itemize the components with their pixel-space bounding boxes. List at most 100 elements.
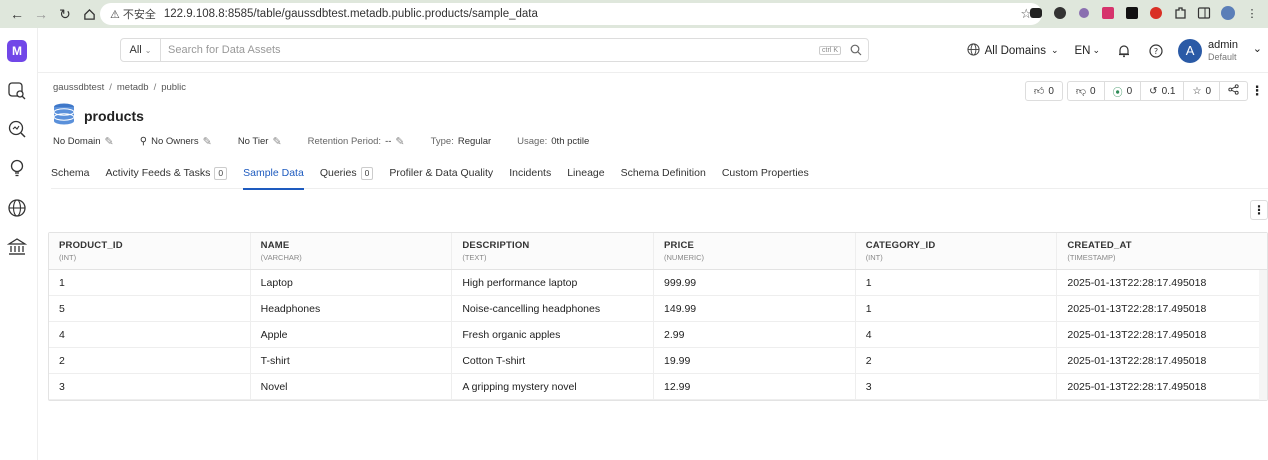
domain-selector[interactable]: All Domains ⌄ [967, 42, 1059, 59]
column-header: DESCRIPTION (TEXT) [452, 233, 655, 269]
language-selector[interactable]: EN ⌄ [1075, 45, 1101, 57]
insecure-indicator[interactable]: ⚠ 不安全 [110, 6, 156, 22]
extensions-puzzle-icon[interactable] [1170, 3, 1190, 23]
follow-button[interactable]: ⦿ 0 [1105, 82, 1142, 100]
tab-schema-definition[interactable]: Schema Definition [621, 163, 706, 189]
edit-pencil-icon[interactable]: ✎ [105, 135, 114, 148]
table-cell: Laptop [251, 270, 453, 295]
extension-icon[interactable] [1146, 3, 1166, 23]
tab-profiler[interactable]: Profiler & Data Quality [389, 163, 493, 189]
entity-header: products [52, 102, 144, 129]
breadcrumb-schema[interactable]: public [161, 82, 186, 93]
star-icon: ☆ [1192, 85, 1202, 97]
usage-field: Usage: 0th pctile [517, 136, 590, 147]
table-cell: 2025-01-13T22:28:17.495018 [1067, 302, 1207, 315]
entity-tabs: Schema Activity Feeds & Tasks 0 Sample Da… [51, 163, 1268, 190]
table-cell: 2025-01-13T22:28:17.495018 [1067, 276, 1207, 289]
sample-data-options-button[interactable]: ⋮ [1250, 200, 1268, 220]
version-button[interactable]: ↺ 0.1 [1141, 82, 1185, 100]
table-cell: 4 [49, 322, 251, 347]
column-header: CATEGORY_ID (INT) [856, 233, 1058, 269]
type-field: Type: Regular [430, 136, 492, 147]
upvote-button[interactable]: 👍︎ 0 [1026, 82, 1062, 100]
table-scrollbar[interactable] [1259, 270, 1267, 400]
chevron-down-icon[interactable]: ⌄ [1253, 42, 1262, 55]
search-scope-dropdown[interactable]: All ⌄ [121, 39, 161, 61]
governance-bank-icon[interactable] [6, 236, 28, 258]
url-text[interactable]: 122.9.108.8:8585/table/gaussdbtest.metad… [164, 8, 538, 20]
tab-activity-feeds[interactable]: Activity Feeds & Tasks 0 [106, 163, 228, 189]
thumbs-up-icon: 👍︎ [1033, 86, 1045, 97]
tab-lineage[interactable]: Lineage [567, 163, 604, 189]
star-button[interactable]: ☆ 0 [1184, 82, 1220, 100]
more-options-icon[interactable]: ⋮ [1250, 83, 1264, 99]
back-icon[interactable]: ← [6, 3, 28, 25]
extension-icon[interactable] [1122, 3, 1142, 23]
extensions-bar: ⋮ [1026, 3, 1262, 23]
sidebar-panel-icon[interactable] [1194, 3, 1214, 23]
main-content: gaussdbtest / metadb / public products 👍… [38, 73, 1268, 460]
table-cell: 149.99 [654, 296, 856, 321]
share-button[interactable] [1220, 82, 1247, 100]
search-icon[interactable] [844, 44, 868, 56]
table-cell: T-shirt [251, 348, 453, 373]
avatar[interactable]: A [1178, 38, 1203, 63]
app-logo-icon[interactable]: M [7, 40, 27, 62]
downvote-button[interactable]: 👎︎ 0 [1068, 82, 1105, 100]
table-cell: Apple [251, 322, 453, 347]
breadcrumb-database[interactable]: metadb [117, 82, 149, 93]
edit-pencil-icon[interactable]: ✎ [395, 135, 404, 148]
tab-incidents[interactable]: Incidents [509, 163, 551, 189]
count-badge: 0 [214, 167, 228, 180]
profile-icon[interactable] [1218, 3, 1238, 23]
breadcrumb-service[interactable]: gaussdbtest [53, 82, 104, 93]
browser-menu-icon[interactable]: ⋮ [1242, 3, 1262, 23]
left-nav-rail: M [0, 28, 38, 460]
domains-globe-icon[interactable] [6, 197, 28, 219]
browser-toolbar: ← → ↻ ⚠ 不安全 122.9.108.8:8585/table/gauss… [0, 0, 1268, 28]
entity-actions: 👍︎ 0 👎︎ 0 ⦿ 0 ↺ 0.1 ☆ 0 ⋮ [1024, 81, 1264, 101]
table-header: PRODUCT_ID (INT) NAME (VARCHAR) DESCRIPTIO… [49, 233, 1267, 270]
tab-custom-properties[interactable]: Custom Properties [722, 163, 809, 189]
home-icon[interactable] [78, 3, 100, 25]
edit-pencil-icon[interactable]: ✎ [272, 135, 281, 148]
table-cell: High performance laptop [452, 270, 655, 295]
table-cell: 2025-01-13T22:28:17.495018 [1067, 328, 1207, 341]
extension-icon[interactable] [1050, 3, 1070, 23]
table-cell: A gripping mystery novel [452, 374, 655, 399]
observability-icon[interactable] [6, 118, 28, 140]
extension-icon[interactable] [1026, 3, 1046, 23]
table-row: 4 Apple Fresh organic apples 2.99 4 2025… [49, 322, 1267, 348]
search-input[interactable]: Search for Data Assets [161, 44, 819, 56]
count-badge: 0 [360, 167, 374, 180]
help-icon[interactable]: ? [1146, 41, 1166, 61]
column-header: NAME (VARCHAR) [251, 233, 453, 269]
page-title: products [84, 107, 144, 124]
header-actions: All Domains ⌄ EN ⌄ ? A admin Default ⌄ [967, 28, 1268, 73]
tab-schema[interactable]: Schema [51, 163, 90, 189]
table-row: 2 T-shirt Cotton T-shirt 19.99 2 2025-01… [49, 348, 1267, 374]
insights-bulb-icon[interactable] [6, 157, 28, 179]
chevron-down-icon: ⌄ [1092, 45, 1101, 55]
table-cell: Novel [251, 374, 453, 399]
notifications-bell-icon[interactable] [1114, 41, 1134, 61]
table-cell: 1 [49, 270, 251, 295]
address-bar[interactable]: ⚠ 不安全 122.9.108.8:8585/table/gaussdbtest… [100, 3, 1042, 25]
extension-icon[interactable] [1098, 3, 1118, 23]
edit-pencil-icon[interactable]: ✎ [203, 135, 212, 148]
table-cell: 2 [49, 348, 251, 373]
breadcrumb: gaussdbtest / metadb / public [53, 82, 187, 93]
tab-sample-data[interactable]: Sample Data [243, 163, 304, 190]
column-header: PRODUCT_ID (INT) [49, 233, 251, 269]
table-row: 5 Headphones Noise-cancelling headphones… [49, 296, 1267, 322]
explore-icon[interactable] [6, 80, 28, 102]
chevron-down-icon: ⌄ [144, 45, 152, 55]
table-cell: 999.99 [654, 270, 856, 295]
tab-queries[interactable]: Queries 0 [320, 163, 374, 189]
extension-icon[interactable] [1074, 3, 1094, 23]
user-info[interactable]: admin Default [1208, 39, 1238, 63]
column-header: PRICE (NUMERIC) [654, 233, 856, 269]
app-header: All ⌄ Search for Data Assets ctrl K All … [38, 28, 1268, 73]
forward-icon[interactable]: → [30, 3, 52, 25]
reload-icon[interactable]: ↻ [54, 3, 76, 25]
